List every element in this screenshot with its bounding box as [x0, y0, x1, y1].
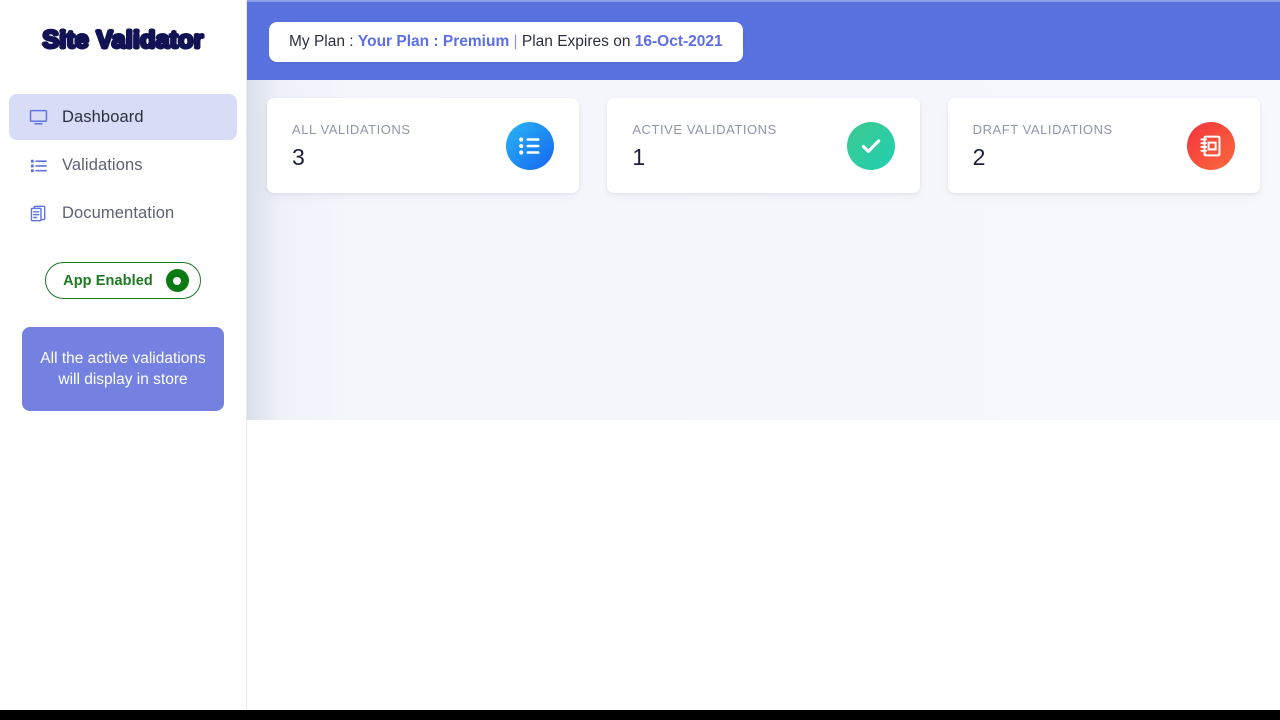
- stat-cards: ALL VALIDATIONS 3 ACTIVE VALIDATIONS 1 D…: [247, 80, 1280, 193]
- list-icon: [28, 155, 48, 175]
- document-icon: [28, 203, 48, 223]
- plan-expires-prefix: Plan Expires on: [521, 33, 635, 50]
- card-all-validations-value: 3: [292, 144, 305, 170]
- sidebar-nav: Dashboard Validations Documentation: [0, 94, 246, 236]
- toggle-knob-icon: [165, 269, 189, 292]
- sidebar-notice: All the active validations will display …: [22, 327, 224, 411]
- plan-separator: |: [509, 33, 522, 50]
- header-band: My Plan : Your Plan : Premium | Plan Exp…: [247, 0, 1280, 82]
- app-enabled-toggle[interactable]: App Enabled: [45, 262, 201, 299]
- sidebar-item-validations-label: Validations: [62, 155, 143, 174]
- card-draft-validations-text: DRAFT VALIDATIONS 2: [973, 122, 1113, 169]
- monitor-icon: [28, 107, 48, 127]
- plan-expiry-date: 16-Oct-2021: [634, 33, 723, 50]
- card-all-validations[interactable]: ALL VALIDATIONS 3: [267, 98, 580, 193]
- sidebar-item-documentation[interactable]: Documentation: [9, 190, 237, 236]
- card-active-validations-label: ACTIVE VALIDATIONS: [632, 122, 777, 137]
- bottom-bar: [0, 710, 1280, 720]
- check-icon: [846, 121, 895, 170]
- sidebar-item-validations[interactable]: Validations: [9, 142, 237, 188]
- list-icon: [506, 121, 555, 170]
- app-enabled-toggle-label: App Enabled: [63, 272, 153, 289]
- card-all-validations-label: ALL VALIDATIONS: [292, 122, 411, 137]
- plan-name: Your Plan : Premium: [357, 33, 510, 50]
- card-draft-validations[interactable]: DRAFT VALIDATIONS 2: [947, 98, 1260, 193]
- brand-logo[interactable]: Site Validator: [0, 0, 246, 80]
- brand-logo-text: Site Validator: [41, 24, 205, 55]
- card-all-validations-text: ALL VALIDATIONS 3: [292, 122, 411, 169]
- plan-banner: My Plan : Your Plan : Premium | Plan Exp…: [269, 22, 743, 62]
- card-draft-validations-label: DRAFT VALIDATIONS: [972, 122, 1113, 137]
- sidebar: Site Validator Dashboard Validations Doc…: [0, 0, 247, 720]
- main-content: ALL VALIDATIONS 3 ACTIVE VALIDATIONS 1 D…: [247, 80, 1280, 420]
- card-active-validations-text: ACTIVE VALIDATIONS 1: [632, 122, 777, 169]
- app-root: Site Validator Dashboard Validations Doc…: [0, 0, 1280, 720]
- plan-prefix: My Plan :: [289, 33, 358, 50]
- card-draft-validations-value: 2: [972, 144, 986, 170]
- card-active-validations[interactable]: ACTIVE VALIDATIONS 1: [607, 98, 920, 193]
- notebook-icon: [1186, 121, 1235, 170]
- app-enabled-toggle-wrap: App Enabled: [0, 262, 246, 299]
- sidebar-item-dashboard[interactable]: Dashboard: [9, 94, 237, 140]
- sidebar-item-documentation-label: Documentation: [62, 203, 175, 222]
- sidebar-item-dashboard-label: Dashboard: [62, 107, 144, 126]
- card-active-validations-value: 1: [632, 144, 646, 170]
